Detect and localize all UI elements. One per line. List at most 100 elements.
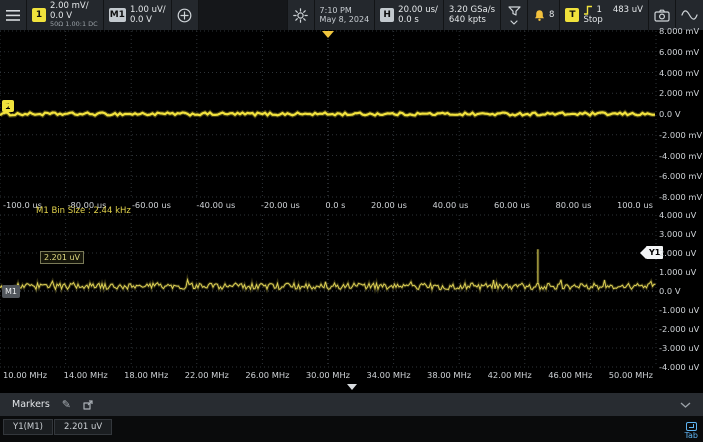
markers-panel-header: Markers ✎: [0, 393, 703, 416]
axis-label: 46.00 MHz: [548, 370, 592, 380]
m1-badge[interactable]: M1: [109, 8, 126, 22]
trigger-position-marker[interactable]: [322, 31, 334, 38]
ch1-scale: 2.00 mV/: [50, 1, 98, 11]
chevron-down-icon: [680, 402, 691, 408]
axis-label: 18.00 MHz: [124, 370, 168, 380]
edit-markers-button[interactable]: ✎: [62, 398, 71, 411]
add-waveform-button[interactable]: [172, 0, 198, 30]
axis-label: 6.000 mV: [659, 47, 699, 57]
menu-icon: [6, 10, 20, 21]
axis-label: -6.000 mV: [659, 171, 702, 181]
m1-reference-marker[interactable]: M1: [2, 285, 20, 298]
horizontal-settings-button[interactable]: H 20.00 us/ 0.0 s: [375, 0, 443, 30]
axis-label: -40.00 us: [196, 200, 235, 210]
channel1-settings-button[interactable]: 1 2.00 mV/ 0.0 V 50Ω 1.00:1 DC: [27, 0, 103, 30]
axis-label: -20.00 us: [261, 200, 300, 210]
axis-label: 42.00 MHz: [488, 370, 532, 380]
clock-date: May 8, 2024: [320, 15, 370, 24]
axis-label: -2.000 uV: [659, 324, 699, 334]
horizontal-scale: 20.00 us/: [398, 5, 438, 15]
clock-time: 7:10 PM: [320, 6, 370, 15]
notification-count: 8: [549, 10, 554, 20]
marker-value-cell[interactable]: 2.201 uV: [54, 419, 112, 435]
axis-label: 30.00 MHz: [306, 370, 350, 380]
trigger-source: 1: [596, 5, 601, 15]
channel1-badge[interactable]: 1: [32, 8, 46, 22]
ch1-probe-info: 50Ω 1.00:1 DC: [50, 21, 98, 29]
filter-icon: [508, 6, 521, 16]
trigger-level: 483 uV: [613, 5, 643, 15]
top-toolbar: 1 2.00 mV/ 0.0 V 50Ω 1.00:1 DC M1 1.00 u…: [0, 0, 703, 30]
axis-label: 14.00 MHz: [64, 370, 108, 380]
axis-label: 22.00 MHz: [185, 370, 229, 380]
trigger-status: Stop: [583, 15, 643, 25]
memory-depth: 640 kpts: [449, 15, 495, 25]
horizontal-badge[interactable]: H: [380, 8, 394, 22]
axis-label: 4.000 uV: [659, 210, 696, 220]
axis-label: -60.00 us: [132, 200, 171, 210]
axis-label: 100.0 us: [617, 200, 653, 210]
ch1-waveform-canvas: [0, 31, 656, 197]
axis-label: 1.000 uV: [659, 267, 696, 277]
ch1-ground-marker[interactable]: 1: [2, 100, 14, 112]
axis-label: 38.00 MHz: [427, 370, 471, 380]
axis-label: 20.00 us: [371, 200, 407, 210]
axis-label: 50.00 MHz: [609, 370, 653, 380]
tab-label: Tab: [684, 432, 698, 441]
axis-label: 4.000 mV: [659, 68, 699, 78]
display-settings-button[interactable]: [288, 0, 314, 30]
external-link-icon: [83, 400, 93, 410]
toolbar-spacer: [199, 0, 287, 30]
axis-label: 3.000 uV: [659, 229, 696, 239]
axis-label: 40.00 us: [432, 200, 468, 210]
axis-label: 26.00 MHz: [245, 370, 289, 380]
tab-indicator[interactable]: Tab: [684, 422, 698, 441]
sample-rate: 3.20 GSa/s: [449, 5, 495, 15]
clock-display[interactable]: 7:10 PM May 8, 2024: [315, 0, 375, 30]
undock-panel-button[interactable]: [83, 400, 93, 410]
bell-icon: [533, 9, 546, 22]
axis-label: 60.00 us: [494, 200, 530, 210]
camera-icon: [654, 9, 670, 22]
axis-label: 0.0 V: [659, 109, 681, 119]
axis-label: -1.000 uV: [659, 305, 699, 315]
brightness-icon: [293, 8, 308, 23]
waveform-icon: [681, 9, 698, 21]
trigger-settings-button[interactable]: T 1 483 uV Stop: [560, 0, 648, 30]
panel-expand-handle[interactable]: [347, 384, 357, 390]
oscilloscope-screen: 1 2.00 mV/ 0.0 V 50Ω 1.00:1 DC M1 1.00 u…: [0, 0, 703, 442]
axis-label: 80.00 us: [555, 200, 591, 210]
acquisition-info-button[interactable]: 3.20 GSa/s 640 kpts: [444, 0, 500, 30]
m1-offset: 0.0 V: [130, 15, 166, 25]
markers-title: Markers: [12, 399, 50, 410]
tab-icon: [686, 422, 697, 431]
marker-name-cell[interactable]: Y1(M1): [3, 419, 53, 435]
collapse-panel-button[interactable]: [680, 402, 691, 408]
horizontal-delay: 0.0 s: [398, 15, 438, 25]
trigger-badge[interactable]: T: [565, 8, 579, 22]
axis-label: -4.000 mV: [659, 151, 702, 161]
results-menu-button[interactable]: [501, 0, 527, 30]
axis-label: -3.000 uV: [659, 343, 699, 353]
marker-results-row: Y1(M1) 2.201 uV Tab: [0, 416, 703, 442]
menu-button[interactable]: [0, 0, 26, 30]
time-domain-plot[interactable]: 1: [0, 31, 656, 197]
axis-label: -8.000 mV: [659, 192, 702, 202]
axis-label: -2.000 mV: [659, 130, 702, 140]
notifications-button[interactable]: 8: [528, 0, 559, 30]
m1-scale: 1.00 uV/: [130, 5, 166, 15]
axis-label: 8.000 mV: [659, 26, 699, 36]
math1-settings-button[interactable]: M1 1.00 uV/ 0.0 V: [104, 0, 171, 30]
axis-label: 2.000 mV: [659, 88, 699, 98]
m1-waveform-canvas: [0, 215, 656, 367]
trigger-level-icon: [2, 100, 12, 108]
axis-label: 2.000 uV: [659, 248, 696, 258]
trigger-edge-icon: [583, 5, 593, 15]
axis-label: 34.00 MHz: [366, 370, 410, 380]
frequency-axis: 10.00 MHz 14.00 MHz 18.00 MHz 22.00 MHz 26.0…: [0, 370, 656, 380]
fft-plot[interactable]: M1 2.201 uV Y1: [0, 215, 656, 367]
marker-value-box: 2.201 uV: [40, 251, 84, 264]
axis-label: -4.000 uV: [659, 362, 699, 372]
fft-amplitude-axis: 4.000 uV3.000 uV2.000 uV1.000 uV0.0 V-1.…: [659, 215, 703, 367]
axis-label: 10.00 MHz: [3, 370, 47, 380]
